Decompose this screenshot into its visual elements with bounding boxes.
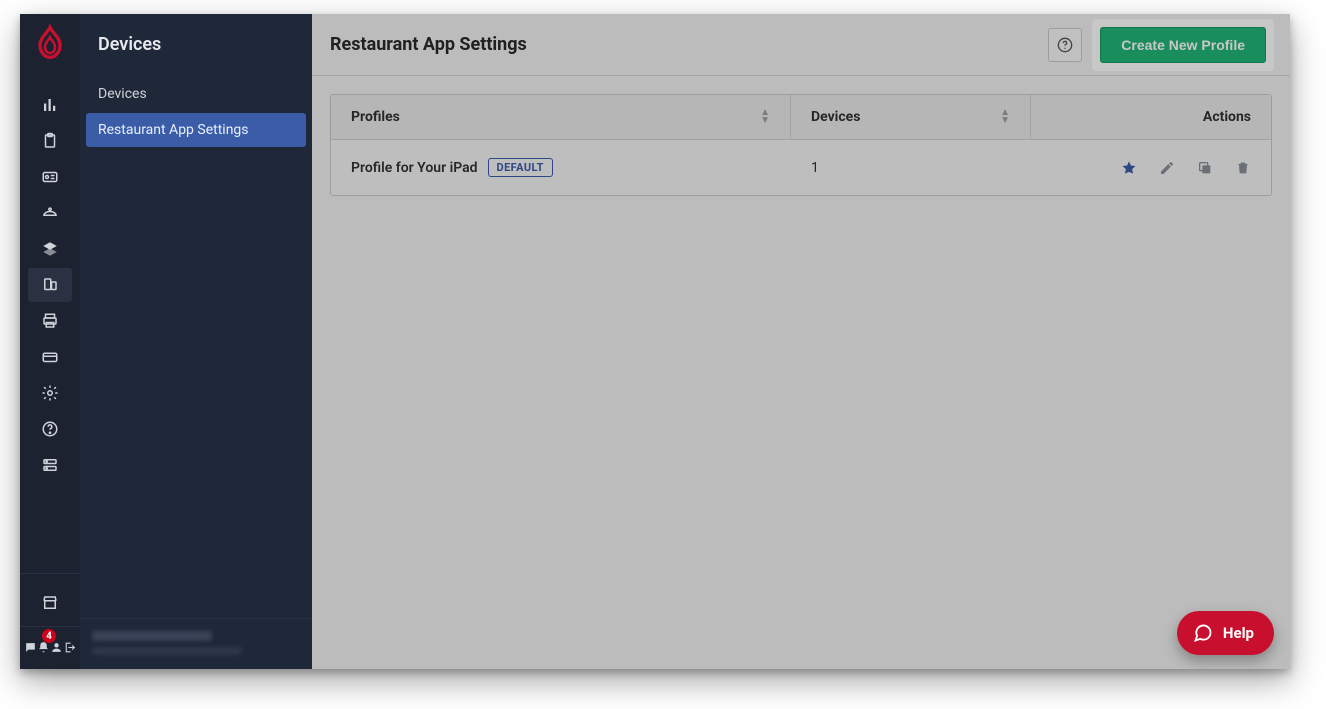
column-header-devices[interactable]: Devices ▲▼ (791, 95, 1031, 139)
cell-actions (1031, 140, 1271, 195)
nav-printer-icon[interactable] (28, 304, 72, 338)
nav-clipboard-icon[interactable] (28, 124, 72, 158)
store-selector[interactable] (80, 618, 312, 669)
nav-layers-icon[interactable] (28, 232, 72, 266)
star-icon (1121, 160, 1137, 176)
icon-rail: 4 (20, 14, 80, 669)
column-header-profiles[interactable]: Profiles ▲▼ (331, 95, 791, 139)
rail-bottom: 4 (20, 573, 80, 669)
main: Restaurant App Settings Create New Profi… (312, 14, 1290, 669)
nav-platter-icon[interactable] (28, 196, 72, 230)
table-row: Profile for Your iPad DEFAULT 1 (331, 140, 1271, 195)
nav-devices-icon[interactable] (28, 268, 72, 302)
cell-profile-name: Profile for Your iPad DEFAULT (331, 140, 791, 195)
main-header: Restaurant App Settings Create New Profi… (312, 14, 1290, 76)
nav-server-icon[interactable] (28, 448, 72, 482)
cell-device-count: 1 (791, 140, 1031, 195)
question-circle-icon (1057, 37, 1073, 53)
column-header-actions: Actions (1031, 95, 1271, 139)
help-fab[interactable]: Help (1177, 611, 1274, 655)
nav-reports-icon[interactable] (28, 88, 72, 122)
profile-name: Profile for Your iPad (351, 160, 478, 176)
sidebar-item-restaurant-app-settings[interactable]: Restaurant App Settings (86, 113, 306, 147)
sidebar-item-label: Restaurant App Settings (98, 122, 249, 138)
chat-icon[interactable] (24, 635, 37, 659)
profiles-table: Profiles ▲▼ Devices ▲▼ Actions Profile f… (330, 94, 1272, 196)
side-panel-title: Devices (80, 24, 312, 77)
nav-card-icon[interactable] (28, 340, 72, 374)
pencil-icon (1159, 160, 1175, 176)
store-icon[interactable] (20, 580, 80, 626)
duplicate-action[interactable] (1197, 160, 1213, 176)
column-label: Devices (811, 109, 860, 125)
chat-bubble-icon (1193, 623, 1213, 643)
sidebar-item-devices[interactable]: Devices (86, 77, 306, 111)
side-panel: Devices Devices Restaurant App Settings (80, 14, 312, 669)
nav-help-icon[interactable] (28, 412, 72, 446)
column-label: Actions (1203, 109, 1251, 125)
trash-icon (1235, 160, 1251, 176)
edit-action[interactable] (1159, 160, 1175, 176)
logout-icon[interactable] (63, 635, 76, 659)
user-icon[interactable] (50, 635, 63, 659)
store-sub-redacted (92, 647, 242, 655)
store-name-redacted (92, 631, 212, 641)
sidebar-item-label: Devices (98, 86, 147, 102)
column-label: Profiles (351, 109, 400, 125)
sort-icon: ▲▼ (1000, 109, 1010, 125)
notifications-icon[interactable]: 4 (37, 635, 50, 659)
set-default-action[interactable] (1121, 160, 1137, 176)
sort-icon: ▲▼ (760, 109, 770, 125)
table-head: Profiles ▲▼ Devices ▲▼ Actions (331, 95, 1271, 140)
device-count: 1 (811, 160, 819, 176)
brand-logo (30, 24, 70, 64)
copy-icon (1197, 160, 1213, 176)
nav-badge-icon[interactable] (28, 160, 72, 194)
context-help-button[interactable] (1048, 28, 1082, 62)
nav-settings-icon[interactable] (28, 376, 72, 410)
create-button-highlight: Create New Profile (1094, 21, 1272, 69)
page-title: Restaurant App Settings (330, 34, 1036, 55)
delete-action[interactable] (1235, 160, 1251, 176)
default-badge: DEFAULT (488, 158, 553, 177)
create-new-profile-button[interactable]: Create New Profile (1100, 27, 1266, 63)
side-nav: Devices Restaurant App Settings (80, 77, 312, 147)
rail-nav (20, 88, 80, 484)
help-fab-label: Help (1223, 624, 1254, 642)
content: Profiles ▲▼ Devices ▲▼ Actions Profile f… (312, 76, 1290, 214)
app-frame: 4 Devices Devices Restaurant App Setting… (20, 14, 1290, 669)
